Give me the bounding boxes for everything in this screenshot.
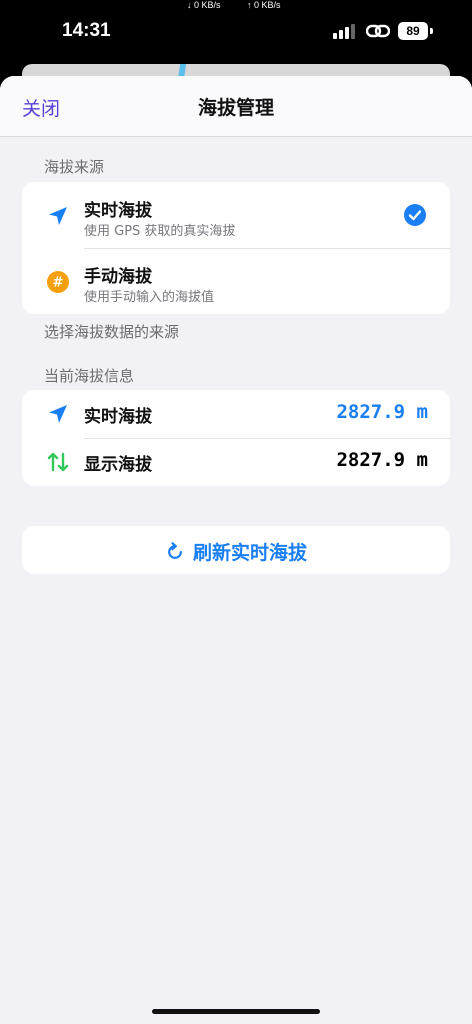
refresh-button-content: 刷新实时海拔 [22,538,450,565]
number-sign-icon: # [47,271,69,293]
cellular-signal-icon [333,24,355,39]
source-section-header: 海拔来源 [44,158,105,176]
source-option-manual[interactable]: # 手动海拔 使用手动输入的海拔值 [22,248,450,314]
swap-vertical-icon [47,452,69,472]
info-section-header: 当前海拔信息 [44,367,135,385]
selected-check-icon [404,204,426,226]
source-section-footer: 选择海拔数据的来源 [44,323,180,341]
battery-level: 89 [398,22,428,40]
page-title: 海拔管理 [197,97,274,119]
location-arrow-icon [49,207,67,225]
display-altitude-value: 2827.9 m [336,449,428,471]
upload-speed: ↑ 0 KB/s [247,0,281,10]
refresh-icon [168,542,182,559]
option-subtitle: 使用手动输入的海拔值 [84,290,215,305]
altitude-sheet: 关闭 海拔管理 海拔来源 实时海拔 使用 GPS 获取的真实海拔 # 手动海拔 … [0,76,472,1024]
source-option-realtime[interactable]: 实时海拔 使用 GPS 获取的真实海拔 [22,182,450,248]
refresh-altitude-button[interactable]: 刷新实时海拔 [22,526,450,574]
option-title: 实时海拔 [84,201,152,221]
option-title: 手动海拔 [84,267,152,287]
home-indicator[interactable] [152,1009,320,1014]
svg-text:#: # [53,276,64,291]
info-row-realtime: 实时海拔 2827.9 m [22,390,450,438]
realtime-altitude-value: 2827.9 m [336,401,428,423]
option-subtitle: 使用 GPS 获取的真实海拔 [84,224,236,239]
location-arrow-icon [49,405,67,423]
link-icon [366,24,390,38]
source-options-card: 实时海拔 使用 GPS 获取的真实海拔 # 手动海拔 使用手动输入的海拔值 [22,182,450,314]
refresh-button-label: 刷新实时海拔 [192,542,307,564]
status-time: 14:31 [62,20,111,41]
download-speed: ↓ 0 KB/s [187,0,221,10]
info-label: 显示海拔 [84,455,152,475]
nav-bar: 关闭 海拔管理 [0,76,472,137]
status-bar: ↓ 0 KB/s ↑ 0 KB/s 14:31 89 [0,0,472,62]
info-label: 实时海拔 [84,407,152,427]
battery-icon: 89 [398,22,434,40]
altitude-info-card: 实时海拔 2827.9 m 显示海拔 2827.9 m [22,390,450,486]
info-row-display: 显示海拔 2827.9 m [22,438,450,486]
